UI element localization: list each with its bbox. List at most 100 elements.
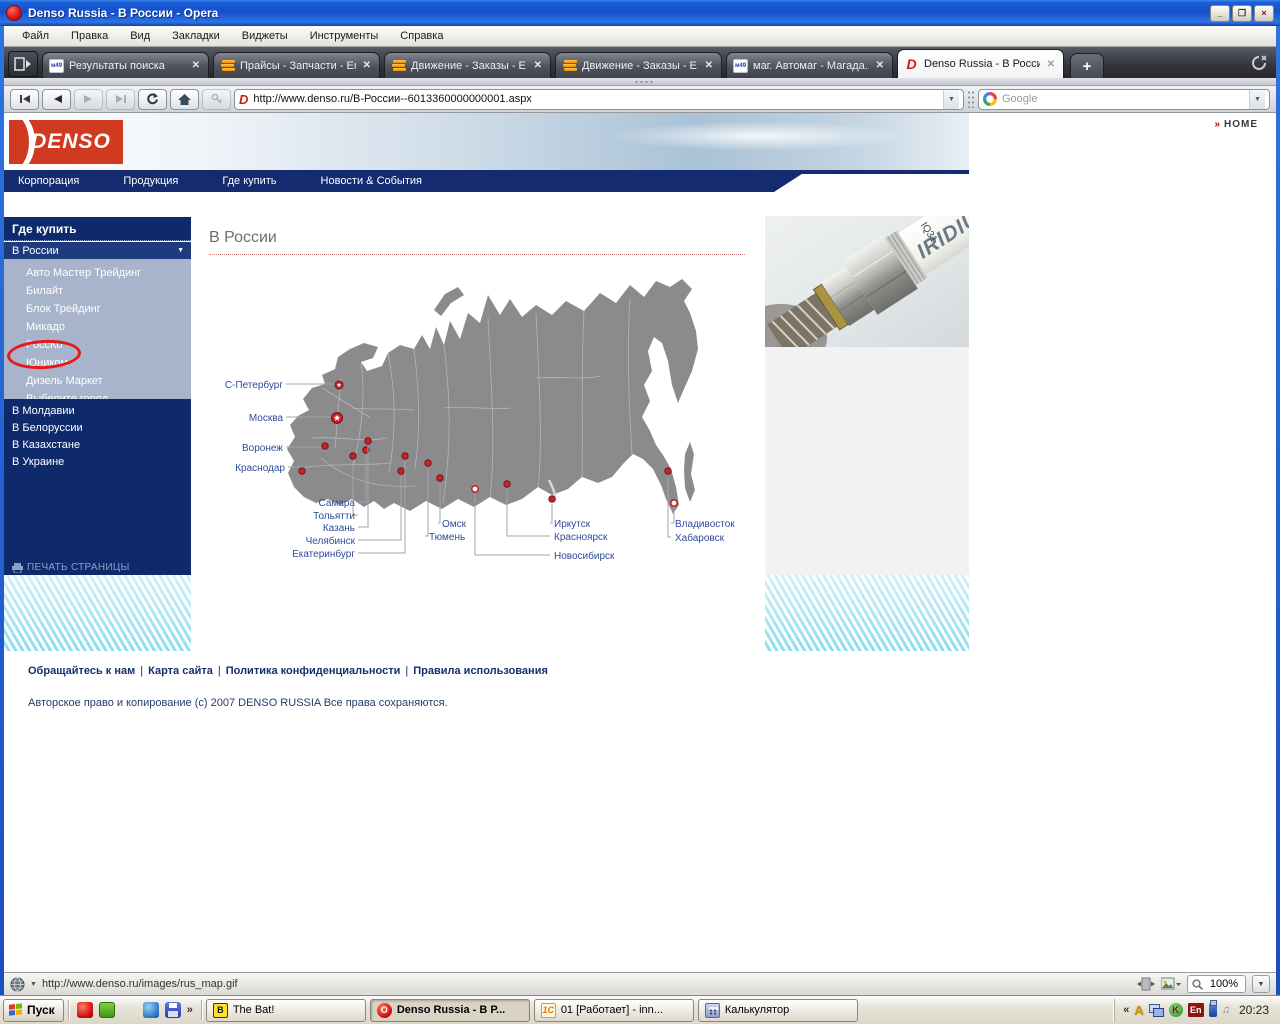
footer-link-1[interactable]: Карта сайта <box>148 665 213 677</box>
sidebar-dealer-6[interactable]: Дизель Маркет <box>4 373 191 391</box>
zoom-control[interactable]: 100% <box>1187 975 1246 993</box>
tab-close-icon[interactable]: ✕ <box>1045 59 1057 70</box>
google-icon <box>983 92 997 106</box>
tab-close-icon[interactable]: ✕ <box>361 60 373 71</box>
windows-flag-icon <box>9 1003 23 1016</box>
home-button[interactable] <box>170 89 199 110</box>
tray-letter-a-icon[interactable]: A <box>1134 1003 1143 1018</box>
menu-item-6[interactable]: Справка <box>390 28 453 44</box>
tab-close-icon[interactable]: ✕ <box>703 60 715 71</box>
tray-usb-icon[interactable] <box>1209 1003 1217 1017</box>
forward-button[interactable] <box>74 89 103 110</box>
closed-tabs-button[interactable] <box>1250 55 1268 74</box>
search-input[interactable] <box>1002 93 1244 105</box>
tray-antivirus-icon[interactable]: K <box>1169 1003 1183 1017</box>
restore-button[interactable]: ❐ <box>1232 5 1252 22</box>
print-page-link[interactable]: ПЕЧАТЬ СТРАНИЦЫ <box>12 562 130 573</box>
url-dropdown-icon[interactable]: ▼ <box>943 90 959 109</box>
task-button-1[interactable]: ODenso Russia - В Р... <box>370 999 530 1022</box>
new-tab-button[interactable]: + <box>1070 53 1104 78</box>
sidebar-country-1[interactable]: В Белоруссии <box>4 421 191 438</box>
toolbar-drag-handle[interactable] <box>4 78 1276 86</box>
globe-icon <box>10 977 25 992</box>
menu-item-0[interactable]: Файл <box>12 28 59 44</box>
map-landmass <box>287 279 698 514</box>
footer-link-0[interactable]: Обращайтесь к нам <box>28 665 135 677</box>
task-button-0[interactable]: BThe Bat! <box>206 999 366 1022</box>
menu-item-2[interactable]: Вид <box>120 28 160 44</box>
footer-link-2[interactable]: Политика конфиденциальности <box>226 665 401 677</box>
sidebar-country-3[interactable]: В Украине <box>4 455 191 472</box>
url-field[interactable]: D http://www.denso.ru/В-России--60133600… <box>234 89 964 110</box>
images-toggle-icon[interactable] <box>1161 977 1181 991</box>
tray-volume-icon[interactable]: ♫ <box>1222 1004 1230 1016</box>
globe-quicklaunch-icon[interactable] <box>143 1002 159 1018</box>
site-nav-item-2[interactable]: Где купить <box>208 175 306 187</box>
task-button-3[interactable]: Калькулятор <box>698 999 858 1022</box>
task-label: Калькулятор <box>725 1004 789 1016</box>
tray-collapse-button[interactable]: « <box>1123 1004 1129 1016</box>
sidebar-dealer-0[interactable]: Авто Мастер Трейдинг <box>4 265 191 283</box>
menu-item-3[interactable]: Закладки <box>162 28 230 44</box>
close-button[interactable]: × <box>1254 5 1274 22</box>
site-nav-item-1[interactable]: Продукция <box>109 175 208 187</box>
home-link[interactable]: »HOME <box>1214 119 1258 130</box>
toolbar-splitter[interactable] <box>967 90 975 108</box>
menu-item-1[interactable]: Правка <box>61 28 118 44</box>
calc-task-icon <box>705 1003 720 1018</box>
fit-width-icon[interactable] <box>1137 977 1155 991</box>
status-dropdown-icon[interactable]: ▼ <box>30 981 37 988</box>
reload-button[interactable] <box>138 89 167 110</box>
drag-dots <box>634 80 654 84</box>
tray-language-indicator[interactable]: En <box>1188 1003 1204 1017</box>
search-dropdown-icon[interactable]: ▼ <box>1249 90 1265 109</box>
zoom-dropdown[interactable]: ▼ <box>1252 975 1270 993</box>
site-banner: DENSO <box>4 113 969 170</box>
sidebar-region-selector[interactable]: В России ▼ <box>4 242 191 259</box>
key-icon-button[interactable] <box>202 89 231 110</box>
aida-quicklaunch-icon[interactable] <box>99 1002 115 1018</box>
logo-swoosh <box>9 120 29 164</box>
tab-1[interactable]: Прайсы - Запчасти - Em...✕ <box>213 52 380 78</box>
sidebar-country-2[interactable]: В Казахстане <box>4 438 191 455</box>
tray-network-icon[interactable] <box>1149 1004 1164 1017</box>
footer-link-3[interactable]: Правила использования <box>413 665 548 677</box>
tab-0[interactable]: м49Результаты поиска✕ <box>42 52 209 78</box>
quick-launch-overflow[interactable]: » <box>187 1004 193 1016</box>
1c-favicon-icon <box>220 59 235 73</box>
back-button[interactable] <box>42 89 71 110</box>
denso-logo[interactable]: DENSO <box>9 120 123 164</box>
tab-close-icon[interactable]: ✕ <box>532 60 544 71</box>
opera-icon <box>6 5 22 21</box>
spark-plug-image: IRIDIUM IQ31 <box>765 216 969 347</box>
tab-3[interactable]: Движение - Заказы - E...✕ <box>555 52 722 78</box>
task-button-2[interactable]: 1С01 [Работает] - inn... <box>534 999 694 1022</box>
tab-close-icon[interactable]: ✕ <box>874 60 886 71</box>
map-city-label: Иркутск <box>554 519 591 530</box>
media-player-quicklaunch-icon[interactable] <box>121 1002 137 1018</box>
tab-label: Результаты поиска <box>69 60 185 72</box>
zoom-value: 100% <box>1207 978 1241 990</box>
tab-2[interactable]: Движение - Заказы - E...✕ <box>384 52 551 78</box>
sidebar-dealer-1[interactable]: Билайт <box>4 283 191 301</box>
sidebar-dealer-3[interactable]: Микадо <box>4 319 191 337</box>
tab-5[interactable]: DDenso Russia - В России✕ <box>897 49 1064 78</box>
site-nav-item-0[interactable]: Корпорация <box>4 175 109 187</box>
rewind-button[interactable] <box>10 89 39 110</box>
tab-4[interactable]: м49маг. Автомаг - Магада...✕ <box>726 52 893 78</box>
save-quicklaunch-icon[interactable] <box>165 1002 181 1018</box>
menu-item-5[interactable]: Инструменты <box>300 28 389 44</box>
sidebar-country-0[interactable]: В Молдавии <box>4 404 191 421</box>
panels-toggle-button[interactable] <box>8 51 38 77</box>
start-button[interactable]: Пуск <box>3 999 64 1022</box>
sidebar-dealer-2[interactable]: Блок Трейдинг <box>4 301 191 319</box>
menu-item-4[interactable]: Виджеты <box>232 28 298 44</box>
home-label: HOME <box>1224 119 1258 130</box>
search-field[interactable]: ▼ <box>978 89 1270 110</box>
tab-close-icon[interactable]: ✕ <box>190 60 202 71</box>
russia-map[interactable]: С-ПетербургМоскваВоронежКраснодарСамараТ… <box>191 258 764 578</box>
site-nav-item-3[interactable]: Новости & События <box>307 175 452 187</box>
opera-quicklaunch-icon[interactable] <box>77 1002 93 1018</box>
minimize-button[interactable]: _ <box>1210 5 1230 22</box>
fast-forward-button[interactable] <box>106 89 135 110</box>
